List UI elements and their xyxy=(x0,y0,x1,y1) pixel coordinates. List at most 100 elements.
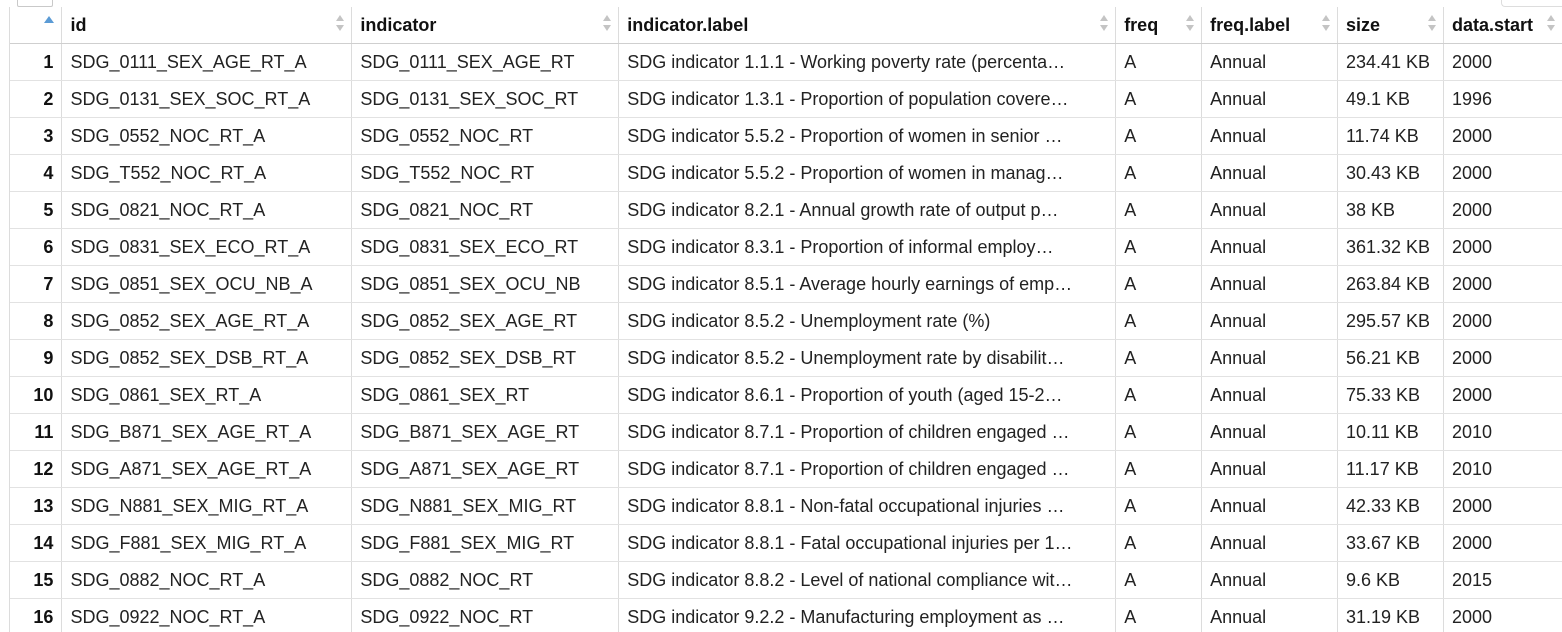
cell-freq: A xyxy=(1115,43,1203,81)
row-number: 3 xyxy=(10,117,63,155)
cell-freq-label: Annual xyxy=(1201,80,1338,118)
cell-size: 33.67 KB xyxy=(1337,524,1444,562)
row-number: 4 xyxy=(10,154,63,192)
column-header-freq[interactable]: freq xyxy=(1115,7,1203,44)
column-header-label: id xyxy=(70,14,87,35)
table-row[interactable]: 7 SDG_0851_SEX_OCU_NB_A SDG_0851_SEX_OCU_N… xyxy=(10,265,1562,303)
sort-down-icon xyxy=(1427,25,1436,31)
sort-up-icon xyxy=(1186,15,1195,21)
cell-indicator: SDG_0861_SEX_RT xyxy=(351,376,620,414)
column-header-data-start[interactable]: data.start xyxy=(1443,7,1562,44)
row-number: 11 xyxy=(10,413,63,451)
table-row[interactable]: 12 SDG_A871_SEX_AGE_RT_A SDG_A871_SEX_AGE_… xyxy=(10,450,1562,488)
cell-freq-label: Annual xyxy=(1201,265,1338,303)
cell-data-start: 1996 xyxy=(1443,80,1562,118)
cell-data-start: 2000 xyxy=(1443,228,1562,266)
table-row[interactable]: 3 SDG_0552_NOC_RT_A SDG_0552_NOC_RT SDG ind… xyxy=(10,117,1562,155)
sort-down-icon xyxy=(603,25,612,31)
column-header-label: indicator.label xyxy=(627,14,749,35)
cell-indicator-label: SDG indicator 1.1.1 - Working poverty ra… xyxy=(618,43,1117,81)
cell-size: 263.84 KB xyxy=(1337,265,1444,303)
sort-arrows-icon xyxy=(1427,13,1436,35)
cell-indicator: SDG_F881_SEX_MIG_RT xyxy=(351,524,620,562)
cell-data-start: 2000 xyxy=(1443,302,1562,340)
cell-size: 75.33 KB xyxy=(1337,376,1444,414)
sort-arrows-icon xyxy=(1322,13,1330,35)
column-header-freq-label[interactable]: freq.label xyxy=(1201,7,1338,44)
cell-size: 234.41 KB xyxy=(1337,43,1444,81)
sort-down-icon xyxy=(1547,25,1555,31)
cell-id: SDG_0882_NOC_RT_A xyxy=(61,561,353,599)
cell-freq: A xyxy=(1115,413,1203,451)
cell-freq: A xyxy=(1115,191,1203,229)
cell-indicator: SDG_0852_SEX_AGE_RT xyxy=(351,302,620,340)
row-number: 2 xyxy=(10,80,63,118)
cell-size: 38 KB xyxy=(1337,191,1444,229)
table-body: 1 SDG_0111_SEX_AGE_RT_A SDG_0111_SEX_AGE_R… xyxy=(10,43,1562,632)
cell-size: 30.43 KB xyxy=(1337,154,1444,192)
cell-data-start: 2010 xyxy=(1443,413,1562,451)
cell-id: SDG_T552_NOC_RT_A xyxy=(61,154,353,192)
row-number: 8 xyxy=(10,302,63,340)
cell-freq-label: Annual xyxy=(1201,561,1338,599)
table-row[interactable]: 6 SDG_0831_SEX_ECO_RT_A SDG_0831_SEX_ECO_R… xyxy=(10,228,1562,266)
table-row[interactable]: 2 SDG_0131_SEX_SOC_RT_A SDG_0131_SEX_SOC_R… xyxy=(10,80,1562,118)
cell-data-start: 2000 xyxy=(1443,376,1562,414)
toolbar-edge xyxy=(1501,0,1562,7)
cell-size: 10.11 KB xyxy=(1337,413,1444,451)
cell-freq-label: Annual xyxy=(1201,191,1338,229)
table-row[interactable]: 10 SDG_0861_SEX_RT_A SDG_0861_SEX_RT SDG in… xyxy=(10,376,1562,414)
cell-indicator-label: SDG indicator 5.5.2 - Proportion of wome… xyxy=(618,154,1117,192)
cell-indicator-label: SDG indicator 8.5.2 - Unemployment rate … xyxy=(618,302,1117,340)
table-row[interactable]: 1 SDG_0111_SEX_AGE_RT_A SDG_0111_SEX_AGE_R… xyxy=(10,43,1562,81)
cell-indicator: SDG_T552_NOC_RT xyxy=(351,154,620,192)
cell-indicator: SDG_0882_NOC_RT xyxy=(351,561,620,599)
column-header-indicator-label[interactable]: indicator.label xyxy=(618,7,1117,44)
table-row[interactable]: 11 SDG_B871_SEX_AGE_RT_A SDG_B871_SEX_AGE_… xyxy=(10,413,1562,451)
sort-up-icon xyxy=(603,15,612,21)
cell-freq-label: Annual xyxy=(1201,450,1338,488)
cell-id: SDG_0852_SEX_DSB_RT_A xyxy=(61,339,353,377)
table-row[interactable]: 5 SDG_0821_NOC_RT_A SDG_0821_NOC_RT SDG ind… xyxy=(10,191,1562,229)
cell-size: 295.57 KB xyxy=(1337,302,1444,340)
cell-size: 56.21 KB xyxy=(1337,339,1444,377)
cell-indicator: SDG_0131_SEX_SOC_RT xyxy=(351,80,620,118)
top-strip xyxy=(0,0,1562,7)
table-row[interactable]: 15 SDG_0882_NOC_RT_A SDG_0882_NOC_RT SDG in… xyxy=(10,561,1562,599)
sort-up-icon xyxy=(1322,15,1330,21)
cell-freq-label: Annual xyxy=(1201,43,1338,81)
cell-indicator: SDG_0922_NOC_RT xyxy=(351,598,620,632)
table-row[interactable]: 9 SDG_0852_SEX_DSB_RT_A SDG_0852_SEX_DSB_R… xyxy=(10,339,1562,377)
table-row[interactable]: 14 SDG_F881_SEX_MIG_RT_A SDG_F881_SEX_MIG_… xyxy=(10,524,1562,562)
cell-indicator-label: SDG indicator 8.5.1 - Average hourly ear… xyxy=(618,265,1117,303)
cell-indicator-label: SDG indicator 5.5.2 - Proportion of wome… xyxy=(618,117,1117,155)
sort-down-icon xyxy=(1322,25,1330,31)
cell-freq: A xyxy=(1115,228,1203,266)
row-number: 14 xyxy=(10,524,63,562)
table-row[interactable]: 8 SDG_0852_SEX_AGE_RT_A SDG_0852_SEX_AGE_R… xyxy=(10,302,1562,340)
table-row[interactable]: 16 SDG_0922_NOC_RT_A SDG_0922_NOC_RT SDG in… xyxy=(10,598,1562,632)
row-number: 15 xyxy=(10,561,63,599)
cell-freq: A xyxy=(1115,561,1203,599)
table-row[interactable]: 4 SDG_T552_NOC_RT_A SDG_T552_NOC_RT SDG ind… xyxy=(10,154,1562,192)
column-header-label: size xyxy=(1346,14,1381,35)
row-number: 9 xyxy=(10,339,63,377)
toolbar-tab[interactable] xyxy=(17,0,53,7)
table-row[interactable]: 13 SDG_N881_SEX_MIG_RT_A SDG_N881_SEX_MIG_… xyxy=(10,487,1562,525)
cell-freq-label: Annual xyxy=(1201,487,1338,525)
cell-data-start: 2000 xyxy=(1443,43,1562,81)
column-header-indicator[interactable]: indicator xyxy=(351,7,620,44)
cell-data-start: 2015 xyxy=(1443,561,1562,599)
cell-size: 11.17 KB xyxy=(1337,450,1444,488)
data-viewer: id indicator indicator.label freq freq.label… xyxy=(9,7,1562,632)
row-number: 6 xyxy=(10,228,63,266)
row-number: 12 xyxy=(10,450,63,488)
column-header-id[interactable]: id xyxy=(61,7,353,44)
row-number: 5 xyxy=(10,191,63,229)
sort-arrows-icon xyxy=(1100,13,1109,35)
sort-arrows-icon xyxy=(1547,13,1555,35)
column-header-rownum[interactable] xyxy=(10,7,63,44)
cell-indicator-label: SDG indicator 8.8.2 - Level of national … xyxy=(618,561,1117,599)
cell-freq: A xyxy=(1115,117,1203,155)
column-header-size[interactable]: size xyxy=(1337,7,1444,44)
